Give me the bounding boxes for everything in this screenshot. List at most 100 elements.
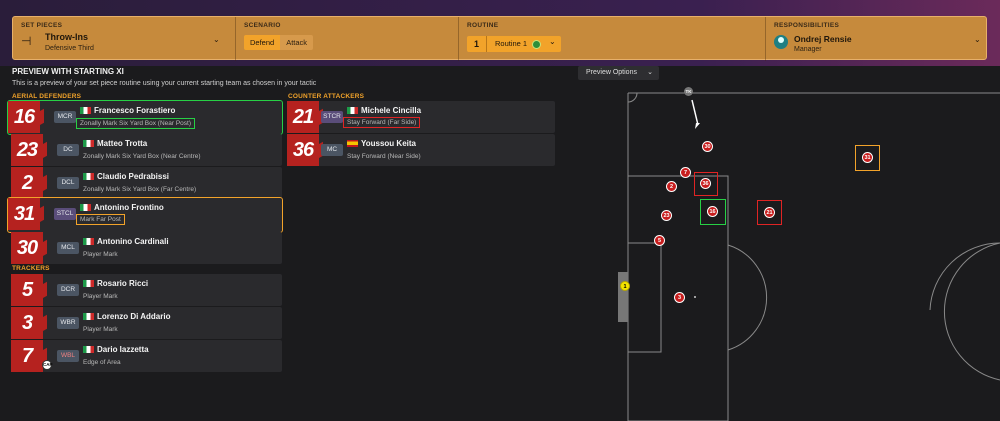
- pitch-preview: TK 1 30 7 2 36 16 23 21 5 3 31: [600, 80, 1000, 421]
- position-badge: MCR: [54, 111, 76, 123]
- set-piece-header: SET PIECES ⊣ Throw-Ins Defensive Third ⌄…: [12, 16, 987, 61]
- player-role[interactable]: Player Mark: [83, 251, 118, 258]
- position-badge: MC: [321, 144, 343, 156]
- player-marker[interactable]: 5: [654, 235, 665, 246]
- position-badge: DCR: [57, 284, 79, 296]
- shirt-number: 36: [287, 134, 319, 166]
- position-badge: DCL: [57, 177, 79, 189]
- responsibilities-selector[interactable]: RESPONSIBILITIES Ondrej Rensie Manager ⌄: [765, 17, 987, 61]
- player-marker[interactable]: 23: [661, 210, 672, 221]
- scenario-attack-button[interactable]: Attack: [280, 35, 314, 50]
- shirt-number: 5: [11, 274, 43, 306]
- player-name[interactable]: Dario Iazzetta: [97, 345, 149, 354]
- preview-options-button[interactable]: Preview Options ⌄: [578, 66, 659, 80]
- italy-flag-icon: [80, 204, 91, 211]
- shirt-number: 30: [11, 232, 43, 264]
- player-marker[interactable]: 36: [700, 178, 711, 189]
- chevron-down-icon[interactable]: ⌄: [974, 35, 981, 44]
- player-name[interactable]: Rosario Ricci: [97, 279, 148, 288]
- player-card[interactable]: 3 WBR Lorenzo Di Addario Player Mark: [11, 307, 282, 339]
- chevron-down-icon: ⌄: [647, 69, 653, 76]
- position-badge: STCR: [321, 111, 343, 123]
- player-marker[interactable]: 3: [674, 292, 685, 303]
- pitch-lines: [618, 92, 1000, 421]
- responsible-role: Manager: [794, 46, 822, 53]
- routine-section: ROUTINE 1 Routine 1 ⌄: [458, 17, 764, 61]
- scenario-label: SCENARIO: [244, 22, 281, 29]
- scenario-section: SCENARIO Defend Attack: [235, 17, 457, 61]
- set-piece-subtitle: Defensive Third: [45, 45, 94, 52]
- player-card[interactable]: 5 DCR Rosario Ricci Player Mark: [11, 274, 282, 306]
- shirt-number: 2: [11, 167, 43, 199]
- routine-label: ROUTINE: [467, 22, 499, 29]
- routine-number: 1: [467, 36, 487, 52]
- player-role[interactable]: Edge of Area: [83, 359, 121, 366]
- italy-flag-icon: [83, 173, 94, 180]
- player-name[interactable]: Antonino Cardinali: [97, 237, 169, 246]
- italy-flag-icon: [83, 313, 94, 320]
- player-card[interactable]: 16 MCR Francesco Forastiero Zonally Mark…: [7, 100, 283, 135]
- player-name[interactable]: Matteo Trotta: [97, 139, 147, 148]
- player-marker[interactable]: 30: [702, 141, 713, 152]
- aerial-defenders-heading: AERIAL DEFENDERS: [12, 93, 82, 100]
- player-role[interactable]: Zonally Mark Six Yard Box (Near Centre): [83, 153, 201, 160]
- set-pieces-selector[interactable]: SET PIECES ⊣ Throw-Ins Defensive Third ⌄: [13, 17, 234, 61]
- shirt-number: 3: [11, 307, 43, 339]
- chevron-down-icon[interactable]: ⌄: [549, 37, 556, 46]
- player-marker[interactable]: 7: [680, 167, 691, 178]
- player-role[interactable]: Mark Far Post: [76, 214, 125, 225]
- player-marker[interactable]: 16: [707, 206, 718, 217]
- position-badge: MCL: [57, 242, 79, 254]
- scenario-toggle[interactable]: Defend Attack: [244, 35, 314, 50]
- manager-avatar-icon: [774, 35, 788, 49]
- player-card[interactable]: 31 STCL Antonino Frontino Mark Far Post: [7, 197, 283, 233]
- player-name[interactable]: Michele Cincilla: [361, 106, 421, 115]
- chevron-down-icon[interactable]: ⌄: [213, 35, 220, 44]
- counter-attackers-heading: COUNTER ATTACKERS: [288, 93, 365, 100]
- player-card[interactable]: 36 MC Youssou Keita Stay Forward (Near S…: [287, 134, 555, 166]
- shirt-number: 23: [11, 134, 43, 166]
- player-name[interactable]: Antonino Frontino: [94, 203, 164, 212]
- spain-flag-icon: [347, 140, 358, 147]
- player-name[interactable]: Lorenzo Di Addario: [97, 312, 170, 321]
- position-badge: WBL: [57, 350, 79, 362]
- italy-flag-icon: [83, 346, 94, 353]
- shirt-number: 7: [11, 340, 43, 372]
- italy-flag-icon: [80, 107, 91, 114]
- player-role[interactable]: Stay Forward (Near Side): [347, 153, 421, 160]
- player-name[interactable]: Youssou Keita: [361, 139, 416, 148]
- set-piece-title: Throw-Ins: [45, 32, 88, 42]
- italy-flag-icon: [83, 140, 94, 147]
- italy-flag-icon: [83, 280, 94, 287]
- player-role[interactable]: Zonally Mark Six Yard Box (Near Post): [75, 118, 196, 129]
- routine-selector[interactable]: 1 Routine 1 ⌄: [467, 36, 561, 52]
- player-name[interactable]: Francesco Forastiero: [94, 106, 175, 115]
- routine-status-icon: [532, 40, 541, 49]
- player-marker[interactable]: 2: [666, 181, 677, 192]
- preview-options-label: Preview Options: [586, 69, 637, 76]
- goal-icon: [618, 272, 628, 322]
- italy-flag-icon: [347, 107, 358, 114]
- player-marker[interactable]: 31: [862, 152, 873, 163]
- set-pieces-label: SET PIECES: [21, 22, 63, 29]
- position-badge: DC: [57, 144, 79, 156]
- player-role[interactable]: Zonally Mark Six Yard Box (Far Centre): [83, 186, 196, 193]
- preview-description: This is a preview of your set piece rout…: [12, 80, 317, 87]
- player-card[interactable]: 2 DCL Claudio Pedrabissi Zonally Mark Si…: [11, 167, 282, 199]
- throw-in-icon: ⊣: [21, 34, 32, 48]
- player-role[interactable]: Stay Forward (Far Side): [342, 117, 421, 128]
- preview-title: PREVIEW WITH STARTING XI: [12, 67, 124, 76]
- player-card[interactable]: 7 CAP WBL Dario Iazzetta Edge of Area: [11, 340, 282, 372]
- position-badge: WBR: [57, 317, 79, 329]
- player-marker[interactable]: 21: [764, 207, 775, 218]
- scenario-defend-button[interactable]: Defend: [244, 35, 281, 50]
- player-role[interactable]: Player Mark: [83, 293, 118, 300]
- responsible-name: Ondrej Rensie: [794, 34, 852, 44]
- player-card[interactable]: 30 MCL Antonino Cardinali Player Mark: [11, 232, 282, 264]
- throw-in-taker-marker[interactable]: TK: [684, 87, 693, 96]
- player-card[interactable]: 21 STCR Michele Cincilla Stay Forward (F…: [287, 101, 555, 133]
- shirt-number: 31: [8, 198, 40, 230]
- player-role[interactable]: Player Mark: [83, 326, 118, 333]
- player-card[interactable]: 23 DC Matteo Trotta Zonally Mark Six Yar…: [11, 134, 282, 166]
- player-name[interactable]: Claudio Pedrabissi: [97, 172, 169, 181]
